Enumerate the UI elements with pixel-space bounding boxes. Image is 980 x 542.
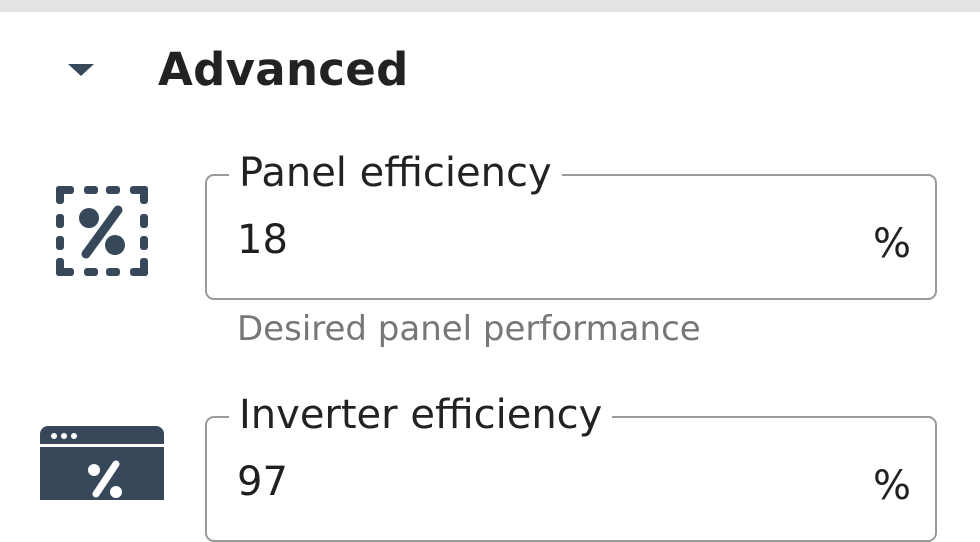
panel-efficiency-helper: Desired panel performance xyxy=(237,309,701,349)
section-title: Advanced xyxy=(158,43,409,96)
percent-suffix: % xyxy=(872,463,911,509)
window-percent-icon xyxy=(40,426,164,500)
chevron-down-icon[interactable] xyxy=(68,64,94,76)
inverter-efficiency-label: Inverter efficiency xyxy=(229,391,613,439)
panel-efficiency-input[interactable]: 18 xyxy=(237,216,288,264)
panel-efficiency-label: Panel efficiency xyxy=(229,149,562,197)
advanced-section-header[interactable]: Advanced xyxy=(0,30,980,114)
top-bar xyxy=(0,0,980,12)
dashed-percent-icon xyxy=(56,186,148,276)
inverter-efficiency-field[interactable]: Inverter efficiency 97 % xyxy=(205,391,937,542)
inverter-efficiency-input[interactable]: 97 xyxy=(237,458,288,506)
panel-efficiency-field[interactable]: Panel efficiency 18 % xyxy=(205,149,937,300)
percent-suffix: % xyxy=(872,221,911,267)
